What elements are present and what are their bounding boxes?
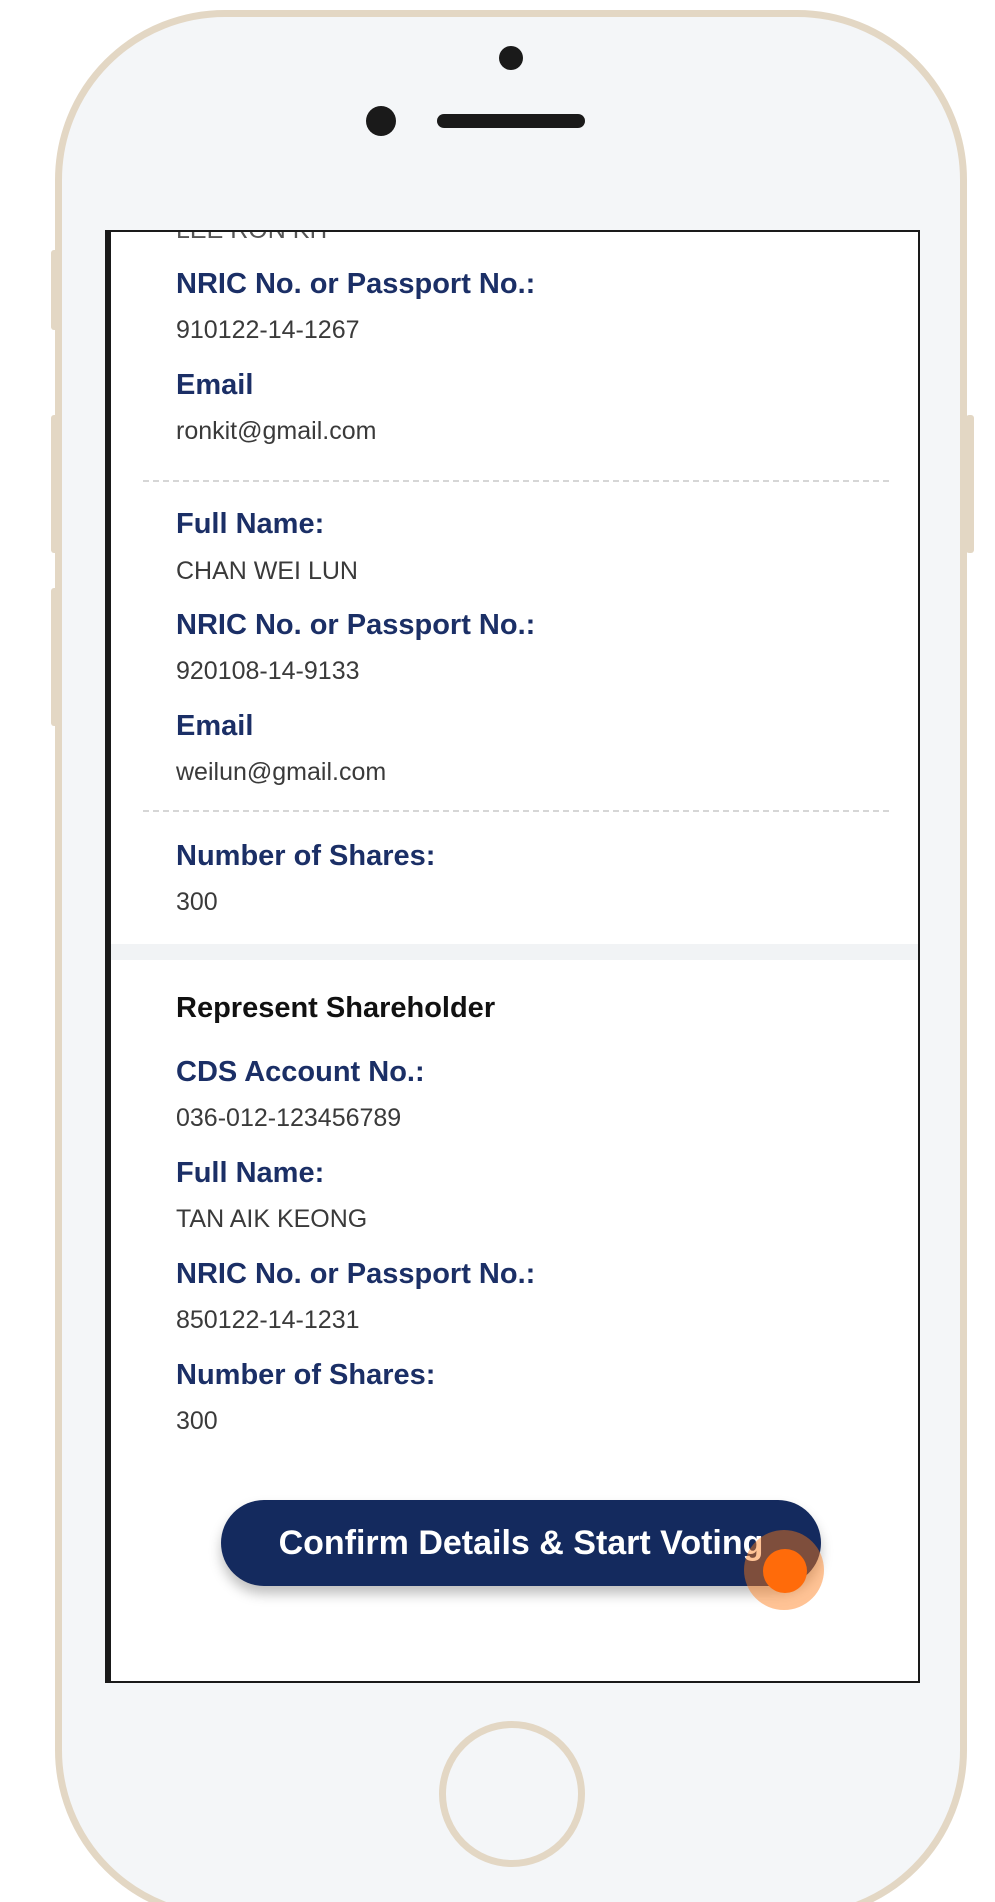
cds-account-value: 036-012-123456789 [176, 1104, 402, 1132]
proximity-sensor [366, 106, 396, 136]
nric-label: NRIC No. or Passport No.: [176, 609, 536, 641]
nric-value: 910122-14-1267 [176, 316, 360, 344]
confirm-start-voting-button[interactable]: Confirm Details & Start Voting [221, 1500, 821, 1586]
number-of-shares-label: Number of Shares: [176, 840, 436, 872]
volume-up-button [51, 415, 59, 553]
volume-down-button [51, 588, 59, 726]
previous-full-name-value: LEE RON KIT [176, 230, 332, 244]
email-value: ronkit@gmail.com [176, 417, 377, 445]
number-of-shares-value: 300 [176, 888, 218, 916]
email-value: weilun@gmail.com [176, 758, 387, 786]
home-button[interactable] [439, 1721, 585, 1867]
proxy-divider [143, 480, 889, 482]
power-button [966, 415, 974, 553]
email-label: Email [176, 710, 254, 742]
full-name-label: Full Name: [176, 1157, 325, 1189]
number-of-shares-label: Number of Shares: [176, 1359, 436, 1391]
nric-label: NRIC No. or Passport No.: [176, 1258, 536, 1290]
full-name-label: Full Name: [176, 508, 325, 540]
section-separator [111, 944, 918, 960]
nric-label: NRIC No. or Passport No.: [176, 268, 536, 300]
front-camera [499, 46, 523, 70]
represent-shareholder-heading: Represent Shareholder [176, 992, 496, 1024]
tap-indicator-dot [763, 1549, 807, 1593]
proxy-divider [143, 810, 889, 812]
cds-account-label: CDS Account No.: [176, 1056, 425, 1088]
device-mockup: LEE RON KIT NRIC No. or Passport No.: 91… [0, 0, 995, 1902]
earpiece-speaker [437, 114, 585, 128]
nric-value: 920108-14-9133 [176, 657, 360, 685]
full-name-value: TAN AIK KEONG [176, 1205, 368, 1233]
nric-value: 850122-14-1231 [176, 1306, 360, 1334]
full-name-value: CHAN WEI LUN [176, 557, 358, 585]
app-screen[interactable]: LEE RON KIT NRIC No. or Passport No.: 91… [105, 230, 920, 1683]
number-of-shares-value: 300 [176, 1407, 218, 1435]
email-label: Email [176, 369, 254, 401]
mute-switch [51, 250, 59, 330]
